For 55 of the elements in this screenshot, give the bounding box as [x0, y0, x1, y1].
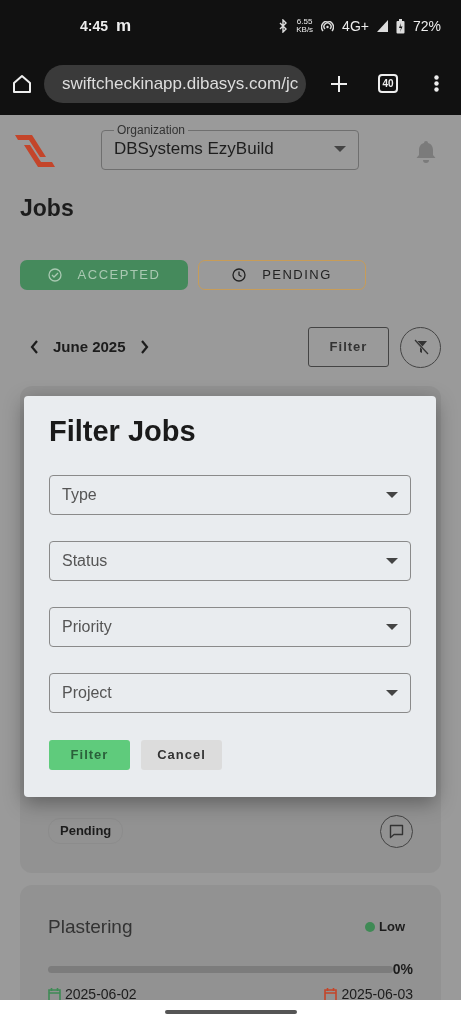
month-label: June 2025 [53, 336, 126, 357]
home-icon[interactable] [12, 74, 32, 93]
field-label: Organization [116, 124, 187, 136]
check-circle-icon [47, 267, 62, 282]
cancel-button[interactable]: Cancel [141, 739, 222, 770]
filter-select[interactable]: Status [49, 540, 411, 581]
dropdown-caret-icon [386, 557, 398, 564]
network-speed-unit: KB/s [296, 26, 314, 34]
dropdown-caret-icon [386, 491, 398, 498]
dropdown-caret-icon [334, 145, 346, 152]
job-status: Pending [48, 818, 124, 844]
filter-off-icon [412, 339, 429, 356]
select-placeholder: Project [62, 682, 112, 703]
chat-icon [389, 823, 404, 839]
filter-select[interactable]: Type [49, 474, 411, 515]
organization-select[interactable]: Organization DBSystems EzyBuild [101, 124, 359, 170]
gesture-handle[interactable] [164, 1010, 297, 1014]
priority-label: Low [379, 918, 405, 937]
dialog-title: Filter Jobs [49, 414, 197, 449]
select-placeholder: Status [62, 550, 108, 571]
start-date: 2025-06-02 [65, 985, 137, 1000]
more-menu-icon[interactable] [434, 75, 439, 92]
apply-filter-button[interactable]: Filter [49, 739, 130, 770]
network-type: 4G+ [342, 16, 369, 36]
progress-percent: 0% [392, 960, 413, 980]
url-text: swiftcheckinapp.dibasys.com/jc [62, 72, 299, 95]
end-date: 2025-06-03 [341, 985, 413, 1000]
clock-icon [232, 267, 247, 282]
dropdown-caret-icon [386, 623, 398, 630]
notification-app-letter: m [116, 15, 132, 38]
tab-count-button[interactable]: 40 [378, 74, 398, 93]
job-title: Plastering [48, 914, 133, 939]
page-title: Jobs [20, 195, 75, 223]
calendar-icon [324, 987, 338, 1000]
select-placeholder: Priority [62, 616, 112, 637]
address-bar[interactable]: swiftcheckinapp.dibasys.com/jc [44, 64, 306, 103]
status-tab[interactable]: PENDING [198, 259, 366, 290]
clock-time: 4:45 [80, 16, 109, 36]
filter-select[interactable]: Project [49, 672, 411, 713]
calendar-icon [48, 987, 61, 1000]
network-speed: 6.55 [296, 18, 313, 26]
previous-month-icon[interactable] [30, 340, 39, 355]
select-value: DBSystems EzyBuild [114, 138, 274, 160]
new-tab-icon[interactable] [330, 74, 348, 93]
battery-icon [395, 18, 405, 34]
dropdown-caret-icon [386, 689, 398, 696]
app-logo [15, 135, 55, 167]
filter-select[interactable]: Priority [49, 606, 411, 647]
bluetooth-icon [279, 19, 289, 33]
signal-icon [376, 20, 388, 32]
hotspot-icon [321, 20, 335, 32]
battery-level: 72% [412, 16, 441, 36]
select-placeholder: Type [62, 484, 97, 505]
filter-button[interactable]: Filter [308, 327, 389, 368]
next-month-icon[interactable] [139, 340, 149, 355]
